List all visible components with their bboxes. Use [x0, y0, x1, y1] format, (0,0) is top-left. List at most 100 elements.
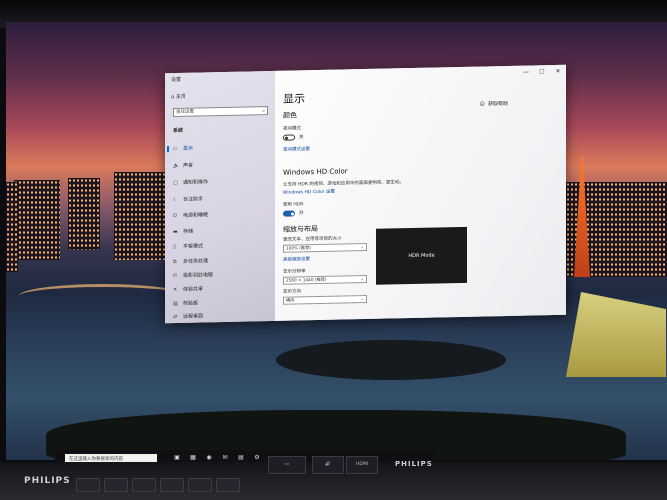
- hdr-toggle[interactable]: [283, 210, 295, 217]
- sidebar-item-remote-desktop[interactable]: ⇄ 远程桌面: [173, 311, 271, 321]
- sound-icon: 🔈: [173, 162, 180, 170]
- settings-window[interactable]: 设置 ⌂ 主页 查找设置 ⌕ 系统 ▭ 显示 🔈 声音 ▢ 通知和操作 ☾ 专注助手 ⏻ 电…: [165, 64, 566, 324]
- search-input[interactable]: 查找设置 ⌕: [173, 106, 268, 118]
- close-button[interactable]: ✕: [552, 68, 564, 75]
- sidebar-item-label: 声音: [183, 162, 194, 169]
- night-light-settings-link[interactable]: 夜间模式设置: [283, 146, 310, 153]
- sidebar-item-focus-assist[interactable]: ☾ 专注助手: [173, 194, 271, 204]
- sidebar-item-label: 投影到此电脑: [183, 272, 214, 279]
- sidebar-home-label: 主页: [175, 93, 186, 100]
- hdr-label: 使用 HDR: [283, 202, 304, 208]
- multitasking-icon: ⧉: [173, 258, 177, 266]
- advanced-scaling-link[interactable]: 高级缩放设置: [283, 256, 310, 263]
- night-light-toggle[interactable]: [283, 134, 295, 141]
- tablet-icon: ▯: [173, 243, 176, 251]
- settings-sidebar: 设置 ⌂ 主页 查找设置 ⌕ 系统 ▭ 显示 🔈 声音 ▢ 通知和操作 ☾ 专注助手 ⏻ 电…: [165, 70, 275, 324]
- sidebar-item-sound[interactable]: 🔈 声音: [173, 160, 271, 170]
- resolution-label: 显示分辨率: [283, 269, 306, 275]
- skyline-building: [6, 182, 18, 272]
- volume-icon: 🔊: [325, 462, 331, 467]
- page-title: 显示: [283, 92, 305, 106]
- scale-layout-heading: 缩放与布局: [283, 224, 318, 234]
- color-heading: 颜色: [283, 111, 297, 120]
- search-icon: ⌕: [262, 108, 265, 115]
- monitor-photo: 设置 ⌂ 主页 查找设置 ⌕ 系统 ▭ 显示 🔈 声音 ▢ 通知和操作 ☾ 专注助手 ⏻ 电…: [0, 0, 667, 500]
- brand-logo: PHILIPS: [24, 476, 71, 486]
- resolution-dropdown[interactable]: 2560 × 1440 (推荐) ⌄: [283, 274, 367, 285]
- sidebar-item-shared-experiences[interactable]: ✕ 体验共享: [173, 284, 271, 294]
- display-icon: ▭: [173, 145, 178, 153]
- monitor-button[interactable]: [76, 478, 100, 492]
- help-icon: ☺: [479, 101, 485, 108]
- brand-logo-display: PHILIPS: [395, 460, 433, 468]
- sidebar-item-power[interactable]: ⏻ 电源和睡眠: [173, 210, 271, 220]
- search-placeholder: 查找设置: [176, 109, 194, 115]
- sidebar-item-label: 多任务处理: [183, 258, 209, 265]
- home-icon: ⌂: [171, 94, 175, 101]
- hdr-state: 开: [299, 211, 304, 217]
- sidebar-item-label: 远程桌面: [183, 313, 204, 320]
- island: [276, 340, 506, 380]
- chevron-down-icon: ⌄: [360, 244, 364, 250]
- edge-icon[interactable]: ◉: [205, 454, 213, 462]
- focus-assist-icon: ☾: [173, 196, 178, 204]
- file-explorer-icon[interactable]: ▦: [189, 454, 197, 462]
- sidebar-item-clipboard[interactable]: ▤ 剪贴板: [173, 298, 271, 308]
- resolution-value: 2560 × 1440 (推荐): [286, 276, 327, 283]
- osd-menu-item: ▭: [268, 456, 306, 474]
- sidebar-item-label: 平板模式: [183, 243, 204, 250]
- sidebar-item-label: 电源和睡眠: [183, 212, 209, 219]
- hd-color-heading: Windows HD Color: [283, 167, 348, 177]
- sidebar-item-label: 专注助手: [183, 196, 204, 203]
- scale-value: 100% (推荐): [286, 245, 311, 251]
- maximize-button[interactable]: ☐: [536, 68, 548, 75]
- notifications-icon: ▢: [173, 179, 178, 187]
- window-title: 设置: [171, 76, 182, 84]
- orientation-value: 横向: [286, 297, 295, 303]
- help-link[interactable]: ☺ 获取帮助: [480, 100, 508, 108]
- settings-icon[interactable]: ⚙: [253, 454, 261, 462]
- chevron-down-icon: ⌄: [360, 276, 364, 282]
- scale-dropdown[interactable]: 100% (推荐) ⌄: [283, 242, 367, 253]
- night-light-state: 关: [299, 135, 304, 141]
- projecting-icon: ⎚: [173, 272, 178, 280]
- monitor-button[interactable]: [216, 478, 240, 492]
- sidebar-section-system: 系统: [173, 127, 184, 135]
- monitor-button[interactable]: [132, 478, 156, 492]
- lit-building: [566, 292, 666, 377]
- sidebar-item-storage[interactable]: ▬ 存储: [173, 226, 271, 236]
- hdr-preview: HDR Mode: [376, 226, 467, 285]
- sidebar-item-label: 显示: [183, 145, 194, 152]
- osd-volume: 🔊: [312, 456, 344, 474]
- power-icon: ⏻: [173, 212, 177, 220]
- shared-experiences-icon: ✕: [173, 286, 178, 294]
- settings-content: — ☐ ✕ 显示 ☺ 获取帮助 颜色 夜间模式 关 夜间模式设置 Windows…: [275, 64, 566, 321]
- sidebar-item-home[interactable]: ⌂ 主页: [171, 93, 186, 100]
- clipboard-icon: ▤: [173, 300, 178, 308]
- osd-icon: ▭: [284, 462, 290, 467]
- hd-color-settings-link[interactable]: Windows HD Color 设置: [283, 189, 335, 196]
- rainbow-bridge: [18, 284, 188, 309]
- monitor-button[interactable]: [188, 478, 212, 492]
- sidebar-item-label: 存储: [183, 228, 194, 235]
- minimize-button[interactable]: —: [520, 69, 532, 76]
- sidebar-item-label: 体验共享: [183, 286, 204, 293]
- help-label: 获取帮助: [487, 101, 508, 108]
- sidebar-item-tablet[interactable]: ▯ 平板模式: [173, 241, 271, 251]
- store-icon[interactable]: ▤: [237, 454, 245, 462]
- task-view-icon[interactable]: ▣: [173, 454, 181, 462]
- sidebar-item-projecting[interactable]: ⎚ 投影到此电脑: [173, 270, 271, 280]
- monitor-button[interactable]: [104, 478, 128, 492]
- sidebar-item-label: 剪贴板: [183, 300, 199, 307]
- monitor-button[interactable]: [160, 478, 184, 492]
- sidebar-item-multitasking[interactable]: ⧉ 多任务处理: [173, 256, 271, 266]
- sidebar-item-notifications[interactable]: ▢ 通知和操作: [173, 177, 271, 187]
- osd-input-hdmi: HDMI: [346, 456, 378, 474]
- sidebar-item-display[interactable]: ▭ 显示: [173, 143, 271, 153]
- storage-icon: ▬: [173, 228, 178, 236]
- orientation-dropdown[interactable]: 横向 ⌄: [283, 294, 367, 305]
- hd-color-description: 让支持 HDR 的视频、游戏和应用中的画面更明亮、更生动。: [283, 180, 404, 188]
- skyline-building: [14, 180, 60, 260]
- remote-desktop-icon: ⇄: [173, 313, 178, 321]
- mail-icon[interactable]: ✉: [221, 454, 229, 462]
